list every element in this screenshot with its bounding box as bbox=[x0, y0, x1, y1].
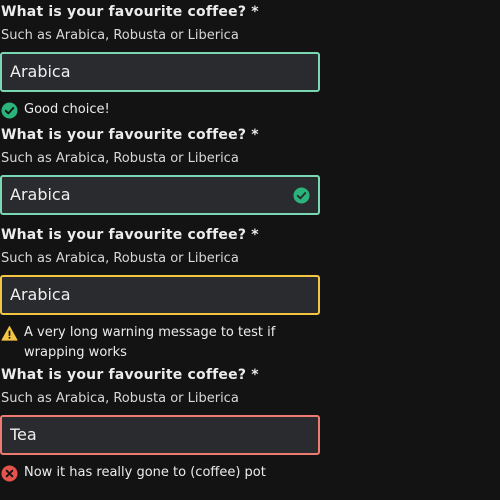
error-message: Now it has really gone to (coffee) pot bbox=[1, 465, 319, 483]
message-text: Now it has really gone to (coffee) pot bbox=[24, 465, 266, 480]
coffee-input-container bbox=[0, 275, 320, 315]
coffee-input[interactable] bbox=[10, 425, 280, 444]
field-hint: Such as Arabica, Robusta or Liberica bbox=[1, 391, 239, 406]
message-text: Good choice! bbox=[24, 102, 110, 117]
field-label: What is your favourite coffee? * bbox=[1, 367, 259, 383]
coffee-input[interactable] bbox=[10, 185, 280, 204]
coffee-input-container bbox=[0, 415, 320, 455]
field-hint: Such as Arabica, Robusta or Liberica bbox=[1, 28, 239, 43]
message-text: A very long warning message to test if w… bbox=[24, 325, 276, 360]
field-label: What is your favourite coffee? * bbox=[1, 4, 259, 20]
coffee-input-container bbox=[0, 52, 320, 92]
warning-message: A very long warning message to test if w… bbox=[1, 325, 319, 363]
coffee-input[interactable] bbox=[10, 285, 280, 304]
success-message: Good choice! bbox=[1, 102, 319, 120]
error-circle-icon bbox=[1, 465, 18, 482]
field-hint: Such as Arabica, Robusta or Liberica bbox=[1, 151, 239, 166]
check-circle-icon bbox=[293, 187, 310, 204]
warning-triangle-icon bbox=[1, 325, 18, 341]
coffee-input[interactable] bbox=[10, 62, 280, 81]
field-label: What is your favourite coffee? * bbox=[1, 127, 259, 143]
check-circle-icon bbox=[1, 102, 18, 119]
field-label: What is your favourite coffee? * bbox=[1, 227, 259, 243]
field-hint: Such as Arabica, Robusta or Liberica bbox=[1, 251, 239, 266]
coffee-input-container bbox=[0, 175, 320, 215]
